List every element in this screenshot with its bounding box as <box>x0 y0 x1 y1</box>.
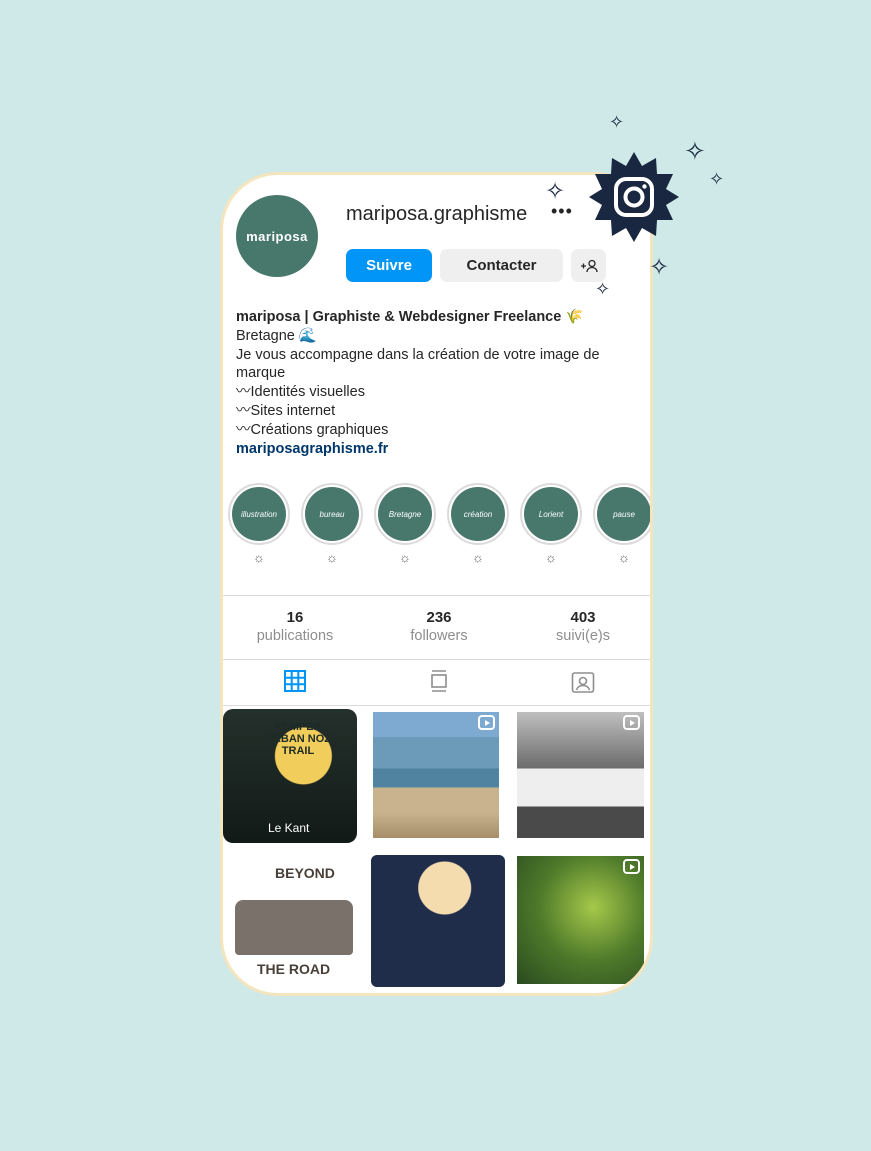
stat-following[interactable]: 403 suivi(e)s <box>511 609 650 644</box>
phone-frame: mariposa mariposa.graphisme ••• Suivre C… <box>220 172 653 996</box>
contact-button[interactable]: Contacter <box>440 249 563 282</box>
grid-icon <box>284 670 306 692</box>
post-beyond-road[interactable]: BEYOND THE ROAD <box>227 855 357 985</box>
post-caption: THE ROAD <box>257 961 331 977</box>
highlight-creation[interactable]: création ☼ <box>447 483 509 565</box>
bio-line: 〰Identités visuelles <box>236 384 365 401</box>
tab-grid[interactable] <box>223 670 367 692</box>
stat-value: 16 <box>286 609 304 626</box>
sparkle-icon: ✧ <box>609 112 625 132</box>
highlight-label: Lorient <box>524 487 578 541</box>
username: mariposa.graphisme <box>346 203 528 225</box>
sparkle-icon: ✧ <box>545 178 566 205</box>
avatar-text: mariposa <box>246 228 308 244</box>
post-leaves[interactable] <box>517 856 644 984</box>
divider <box>223 659 650 660</box>
highlight-label: bureau <box>305 487 359 541</box>
highlight-label: illustration <box>232 487 286 541</box>
bio: mariposa | Graphiste & Webdesigner Freel… <box>236 308 636 458</box>
sun-icon: ☼ <box>472 550 484 565</box>
bio-line: 〰Créations graphiques <box>236 421 389 438</box>
highlight-lorient[interactable]: Lorient ☼ <box>520 483 582 565</box>
post-caption: Le Kant <box>268 821 310 835</box>
post-kemper-trail[interactable]: KEMPER URBAN NOZ TRAIL Le Kant <box>223 709 357 843</box>
follow-button[interactable]: Suivre <box>346 249 432 282</box>
sun-icon: ☼ <box>399 550 411 565</box>
highlight-illustration[interactable]: illustration ☼ <box>228 483 290 565</box>
bio-line: Bretagne 🌊 <box>236 327 317 344</box>
instagram-badge <box>589 152 679 242</box>
stat-value: 403 <box>570 609 596 626</box>
divider <box>223 705 650 706</box>
reels-icon <box>431 670 447 692</box>
divider <box>223 595 650 596</box>
avatar[interactable]: mariposa <box>236 195 318 277</box>
highlight-bretagne[interactable]: Bretagne ☼ <box>374 483 436 565</box>
highlight-bureau[interactable]: bureau ☼ <box>301 483 363 565</box>
bio-line: Je vous accompagne dans la création de v… <box>236 346 600 382</box>
reel-icon <box>623 859 640 874</box>
sun-icon: ☼ <box>253 550 265 565</box>
post-title: BEYOND <box>275 865 335 881</box>
post-beach[interactable] <box>373 712 499 838</box>
tab-tagged[interactable] <box>511 670 650 694</box>
sun-icon: ☼ <box>618 550 630 565</box>
stat-label: suivi(e)s <box>556 628 610 644</box>
highlight-label: pause <box>597 487 650 541</box>
bio-name: mariposa | Graphiste & Webdesigner Freel… <box>236 309 584 325</box>
stat-label: publications <box>256 628 334 644</box>
sparkle-icon: ✧ <box>595 279 611 299</box>
stat-followers[interactable]: 236 followers <box>367 609 511 644</box>
post-website[interactable] <box>517 712 644 838</box>
sparkle-icon: ✧ <box>684 136 706 166</box>
bio-line: 〰Sites internet <box>236 402 336 419</box>
highlight-label: Bretagne <box>378 487 432 541</box>
stat-value: 236 <box>426 609 452 626</box>
highlight-label: création <box>451 487 505 541</box>
sparkle-icon: ✧ <box>649 254 670 281</box>
post-title: KEMPER URBAN NOZ TRAIL <box>265 721 331 757</box>
post-moon-bike[interactable] <box>371 855 505 987</box>
instagram-icon <box>589 152 679 242</box>
tab-reels[interactable] <box>367 670 511 692</box>
highlight-pause[interactable]: pause ☼ <box>593 483 650 565</box>
reel-icon <box>623 715 640 730</box>
sun-icon: ☼ <box>545 550 557 565</box>
reel-icon <box>478 715 495 730</box>
website-link[interactable]: mariposagraphisme.fr <box>236 440 636 459</box>
add-user-icon[interactable] <box>571 249 606 282</box>
stat-label: followers <box>410 628 468 644</box>
sun-icon: ☼ <box>326 550 338 565</box>
stat-publications[interactable]: 16 publications <box>223 609 367 644</box>
tagged-icon <box>571 672 595 693</box>
sparkle-icon: ✧ <box>709 169 725 189</box>
